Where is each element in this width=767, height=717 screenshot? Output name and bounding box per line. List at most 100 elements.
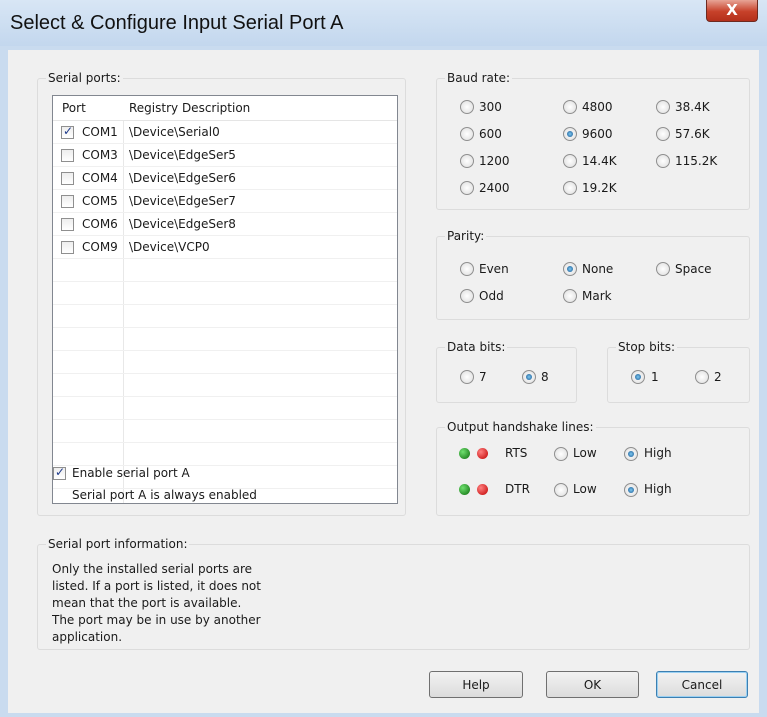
port-checkbox[interactable] — [61, 195, 74, 208]
dtr-red-led-icon — [477, 484, 488, 495]
serial-ports-list[interactable]: Port Registry Description COM1 \Device\S… — [52, 95, 398, 504]
baud-radio[interactable] — [460, 100, 474, 114]
stop-bits-option-label[interactable]: 1 — [651, 370, 659, 384]
baud-option-label[interactable]: 14.4K — [582, 154, 617, 168]
table-row[interactable]: COM3 \Device\EdgeSer5 — [53, 144, 397, 167]
info-line: The port may be in use by another — [52, 613, 261, 627]
table-row[interactable]: COM6 \Device\EdgeSer8 — [53, 213, 397, 236]
stop-bits-radio[interactable] — [695, 370, 709, 384]
baud-radio[interactable] — [563, 127, 577, 141]
window-title: Select & Configure Input Serial Port A — [10, 12, 344, 34]
port-description: \Device\EdgeSer8 — [129, 217, 236, 231]
baud-option-label[interactable]: 38.4K — [675, 100, 710, 114]
close-button[interactable]: X — [706, 0, 758, 22]
baud-rate-label: Baud rate: — [445, 71, 513, 85]
baud-option-label[interactable]: 1200 — [479, 154, 510, 168]
baud-option-label[interactable]: 57.6K — [675, 127, 710, 141]
parity-label: Parity: — [445, 229, 487, 243]
dtr-high-label[interactable]: High — [644, 482, 672, 496]
data-bits-label: Data bits: — [445, 340, 508, 354]
baud-radio[interactable] — [460, 154, 474, 168]
data-bits-radio[interactable] — [460, 370, 474, 384]
data-bits-option-label[interactable]: 7 — [479, 370, 487, 384]
cancel-button[interactable]: Cancel — [656, 671, 748, 698]
port-name: COM3 — [82, 148, 118, 162]
column-header-description[interactable]: Registry Description — [129, 101, 250, 115]
baud-radio[interactable] — [460, 181, 474, 195]
empty-row — [53, 443, 397, 466]
baud-radio[interactable] — [563, 154, 577, 168]
table-row[interactable]: COM9 \Device\VCP0 — [53, 236, 397, 259]
port-checkbox[interactable] — [61, 124, 74, 139]
parity-radio[interactable] — [460, 262, 474, 276]
enable-serial-port-label[interactable]: Enable serial port A — [72, 466, 190, 480]
baud-radio[interactable] — [656, 154, 670, 168]
dtr-low-label[interactable]: Low — [573, 482, 597, 496]
empty-row — [53, 351, 397, 374]
parity-radio[interactable] — [563, 262, 577, 276]
serial-port-note: Serial port A is always enabled — [72, 488, 257, 502]
stop-bits-radio[interactable] — [631, 370, 645, 384]
port-name: COM1 — [82, 125, 118, 139]
table-row[interactable]: COM1 \Device\Serial0 — [53, 121, 397, 144]
baud-radio[interactable] — [460, 127, 474, 141]
data-bits-option-label[interactable]: 8 — [541, 370, 549, 384]
empty-row — [53, 305, 397, 328]
info-line: Only the installed serial ports are — [52, 562, 253, 576]
empty-row — [53, 282, 397, 305]
serial-ports-label: Serial ports: — [46, 71, 123, 85]
port-checkbox[interactable] — [61, 172, 74, 185]
parity-option-label[interactable]: Odd — [479, 289, 504, 303]
port-checkbox[interactable] — [61, 218, 74, 231]
empty-row — [53, 420, 397, 443]
baud-option-label[interactable]: 600 — [479, 127, 502, 141]
ok-button[interactable]: OK — [546, 671, 639, 698]
rts-low-label[interactable]: Low — [573, 446, 597, 460]
rts-high-radio[interactable] — [624, 447, 638, 461]
parity-option-label[interactable]: None — [582, 262, 613, 276]
stop-bits-option-label[interactable]: 2 — [714, 370, 722, 384]
title-bar: Select & Configure Input Serial Port A X — [0, 0, 767, 46]
handshake-label: Output handshake lines: — [445, 420, 596, 434]
port-description: \Device\VCP0 — [129, 240, 210, 254]
parity-radio[interactable] — [563, 289, 577, 303]
enable-serial-port-checkbox[interactable] — [53, 465, 66, 480]
dtr-high-radio[interactable] — [624, 483, 638, 497]
table-row[interactable]: COM5 \Device\EdgeSer7 — [53, 190, 397, 213]
baud-radio[interactable] — [656, 100, 670, 114]
parity-option-label[interactable]: Even — [479, 262, 509, 276]
dtr-low-radio[interactable] — [554, 483, 568, 497]
port-checkbox[interactable] — [61, 149, 74, 162]
baud-radio[interactable] — [563, 100, 577, 114]
rts-green-led-icon — [459, 448, 470, 459]
port-name: COM9 — [82, 240, 118, 254]
rts-low-radio[interactable] — [554, 447, 568, 461]
table-row[interactable]: COM4 \Device\EdgeSer6 — [53, 167, 397, 190]
port-checkbox[interactable] — [61, 241, 74, 254]
dtr-green-led-icon — [459, 484, 470, 495]
rts-high-label[interactable]: High — [644, 446, 672, 460]
baud-option-label[interactable]: 19.2K — [582, 181, 617, 195]
port-description: \Device\EdgeSer5 — [129, 148, 236, 162]
baud-option-label[interactable]: 300 — [479, 100, 502, 114]
parity-option-label[interactable]: Mark — [582, 289, 612, 303]
baud-radio[interactable] — [563, 181, 577, 195]
baud-option-label[interactable]: 115.2K — [675, 154, 717, 168]
baud-option-label[interactable]: 9600 — [582, 127, 613, 141]
baud-radio[interactable] — [656, 127, 670, 141]
baud-option-label[interactable]: 4800 — [582, 100, 613, 114]
serial-port-info-label: Serial port information: — [46, 537, 190, 551]
parity-radio[interactable] — [460, 289, 474, 303]
stop-bits-group: Stop bits: — [607, 340, 750, 403]
column-header-port[interactable]: Port — [62, 101, 86, 115]
port-description: \Device\Serial0 — [129, 125, 220, 139]
parity-option-label[interactable]: Space — [675, 262, 712, 276]
info-line: mean that the port is available. — [52, 596, 242, 610]
port-name: COM4 — [82, 171, 118, 185]
help-button[interactable]: Help — [429, 671, 523, 698]
handshake-group: Output handshake lines: — [436, 420, 750, 516]
parity-radio[interactable] — [656, 262, 670, 276]
baud-option-label[interactable]: 2400 — [479, 181, 510, 195]
dialog-client: Serial ports: Port Registry Description … — [8, 50, 759, 713]
data-bits-radio[interactable] — [522, 370, 536, 384]
